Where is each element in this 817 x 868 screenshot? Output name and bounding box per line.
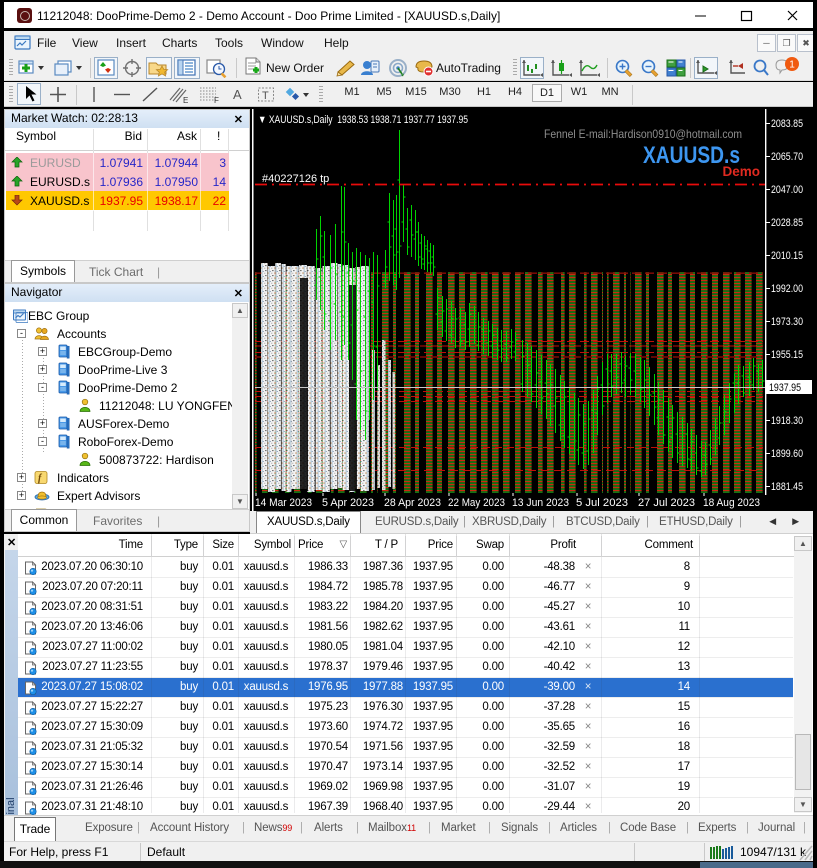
svg-text:Demo: Demo bbox=[722, 164, 760, 179]
svg-text:E: E bbox=[183, 96, 188, 105]
svg-text:2028.85: 2028.85 bbox=[771, 217, 803, 229]
svg-text:T: T bbox=[262, 90, 269, 102]
svg-text:1899.60: 1899.60 bbox=[771, 448, 803, 460]
svg-text:#40227126 tp: #40227126 tp bbox=[262, 173, 329, 185]
svg-text:2065.70: 2065.70 bbox=[771, 151, 803, 163]
svg-text:2010.15: 2010.15 bbox=[771, 250, 803, 262]
svg-text:27 Jul 2023: 27 Jul 2023 bbox=[638, 497, 695, 509]
svg-text:1: 1 bbox=[789, 60, 795, 71]
svg-text:1881.45: 1881.45 bbox=[771, 481, 803, 493]
svg-text:28 Apr 2023: 28 Apr 2023 bbox=[384, 497, 441, 509]
svg-text:2083.85: 2083.85 bbox=[771, 118, 803, 130]
svg-text:Fennel E-mail:Hardison0910@hot: Fennel E-mail:Hardison0910@hotmail.com bbox=[544, 127, 742, 141]
svg-text:1973.30: 1973.30 bbox=[771, 316, 803, 328]
svg-text:1955.15: 1955.15 bbox=[771, 349, 803, 361]
svg-text:13 Jun 2023: 13 Jun 2023 bbox=[512, 497, 569, 509]
svg-text:5 Apr 2023: 5 Apr 2023 bbox=[322, 497, 374, 509]
svg-text:14 Mar 2023: 14 Mar 2023 bbox=[255, 497, 312, 509]
svg-text:▼ XAUUSD.s,Daily 1938.53 1938: ▼ XAUUSD.s,Daily 1938.53 1938.71 1937.77… bbox=[258, 114, 468, 126]
svg-text:2047.00: 2047.00 bbox=[771, 184, 803, 196]
svg-text:22 May 2023: 22 May 2023 bbox=[448, 497, 505, 509]
svg-text:1937.95: 1937.95 bbox=[769, 382, 801, 394]
svg-text:5 Jul 2023: 5 Jul 2023 bbox=[576, 497, 628, 509]
svg-text:18 Aug 2023: 18 Aug 2023 bbox=[703, 497, 760, 509]
svg-text:1992.00: 1992.00 bbox=[771, 283, 803, 295]
svg-text:F: F bbox=[214, 96, 219, 105]
svg-text:A: A bbox=[233, 87, 242, 102]
svg-text:1918.30: 1918.30 bbox=[771, 415, 803, 427]
